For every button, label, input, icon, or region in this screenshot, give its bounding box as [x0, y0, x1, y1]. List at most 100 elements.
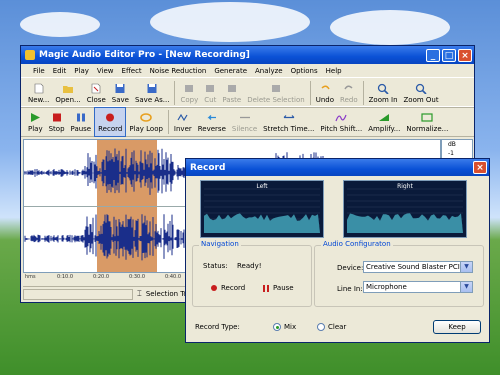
mix-radio[interactable]: [273, 323, 281, 331]
redo-button[interactable]: Redo: [337, 78, 361, 108]
status-cell: [23, 288, 133, 300]
cloud: [20, 12, 100, 37]
undo-button[interactable]: Undo: [313, 78, 337, 108]
toolbar-button-label: Record: [98, 124, 123, 133]
device-select[interactable]: Creative Sound Blaster PCI ▼: [363, 261, 473, 273]
pause-button[interactable]: Pause: [68, 107, 95, 137]
amplify-button[interactable]: Amplify...: [365, 107, 403, 137]
main-titlebar[interactable]: Magic Audio Editor Pro - [New Recording]…: [21, 46, 474, 64]
toolbar-file-edit: New... Open... Close Save Save As... Copy Cut P…: [21, 77, 474, 108]
toolbar-button-label: Silence: [231, 124, 258, 133]
save-as-button[interactable]: Save As...: [132, 78, 173, 108]
stop-button[interactable]: Stop: [46, 107, 68, 137]
ruler-tick-label: 0:10.0: [57, 274, 73, 280]
navigation-legend: Navigation: [199, 240, 241, 248]
play-button[interactable]: Play: [25, 107, 46, 137]
stretch-time-icon: [283, 112, 295, 123]
stop-icon: [51, 112, 63, 123]
menu-effect[interactable]: Effect: [118, 67, 146, 75]
menu-help[interactable]: Help: [322, 67, 346, 75]
toolbar-button-label: Amplify...: [368, 124, 401, 133]
copy-icon: [183, 83, 195, 94]
delete-selection-button[interactable]: Delete Selection: [244, 78, 307, 108]
menu-analyze[interactable]: Analyze: [251, 67, 287, 75]
left-meter-graph: [204, 188, 320, 233]
right-meter-graph: [347, 188, 463, 233]
db-tick-label: dB: [448, 141, 456, 148]
play-loop-button[interactable]: Play Loop: [126, 107, 166, 137]
toolbar-button-label: Zoom In: [368, 95, 398, 104]
left-level-meter: Left: [200, 180, 324, 238]
menu-bar: File Edit Play View Effect Noise Reduction Gen…: [21, 64, 474, 77]
device-label: Device:: [337, 264, 364, 272]
open-button[interactable]: Open...: [52, 78, 83, 108]
toolbar-separator: [362, 81, 364, 105]
minimize-button[interactable]: _: [426, 48, 440, 62]
toolbar-button-label: Reverse: [197, 124, 226, 133]
menu-generate[interactable]: Generate: [210, 67, 251, 75]
menu-play[interactable]: Play: [70, 67, 93, 75]
toolbar-button-label: Inver: [173, 124, 192, 133]
zoom-out-icon: [415, 83, 427, 94]
save-as-icon: [146, 83, 158, 94]
clear-radio-label[interactable]: Clear: [328, 323, 346, 331]
stretch-time-button[interactable]: Stretch Time...: [260, 107, 317, 137]
paste-button[interactable]: Paste: [219, 78, 244, 108]
normalize-button[interactable]: Normalize...: [403, 107, 451, 137]
mix-radio-label[interactable]: Mix: [284, 323, 296, 331]
reverse-icon: [206, 112, 218, 123]
record-link[interactable]: Record: [221, 284, 245, 292]
pause-icon[interactable]: [263, 285, 269, 292]
meter-level-fill: [347, 213, 463, 233]
toolbar-button-label: Zoom Out: [403, 95, 439, 104]
save-icon: [114, 83, 126, 94]
meter-level-fill: [204, 213, 320, 233]
copy-button[interactable]: Copy: [177, 78, 201, 108]
new-file-icon: [33, 83, 45, 94]
menu-edit[interactable]: Edit: [49, 67, 71, 75]
reverse-button[interactable]: Reverse: [195, 107, 229, 137]
dialog-title: Record: [190, 162, 226, 173]
dialog-titlebar[interactable]: Record ×: [186, 159, 489, 176]
menu-noise-reduction[interactable]: Noise Reduction: [146, 67, 211, 75]
cloud: [150, 2, 310, 42]
ruler-tick-label: hms: [25, 274, 36, 280]
inver-button[interactable]: Inver: [171, 107, 195, 137]
open-folder-icon: [62, 83, 74, 94]
menu-options[interactable]: Options: [287, 67, 322, 75]
toolbar-button-label: Paste: [222, 95, 242, 104]
chevron-down-icon[interactable]: ▼: [460, 262, 472, 272]
clear-radio[interactable]: [317, 323, 325, 331]
toolbar-button-label: Open...: [55, 95, 81, 104]
toolbar-button-label: Stop: [48, 124, 65, 133]
zoom-out-button[interactable]: Zoom Out: [401, 78, 442, 108]
toolbar-button-label: Pause: [70, 124, 92, 133]
dialog-close-button[interactable]: ×: [473, 161, 487, 174]
record-button[interactable]: Record: [94, 107, 127, 137]
silence-button[interactable]: Silence: [229, 107, 260, 137]
menu-view[interactable]: View: [93, 67, 118, 75]
silence-icon: [239, 112, 251, 123]
line-in-select[interactable]: Microphone ▼: [363, 281, 473, 293]
chevron-down-icon[interactable]: ▼: [460, 282, 472, 292]
pitch-shift-button[interactable]: Pitch Shift...: [317, 107, 365, 137]
cut-button[interactable]: Cut: [201, 78, 219, 108]
maximize-button[interactable]: □: [442, 48, 456, 62]
amplify-icon: [378, 112, 390, 123]
close-button[interactable]: ×: [458, 48, 472, 62]
toolbar-transport-effects: Play Stop Pause Record Play Loop Inver Reverse…: [21, 106, 474, 137]
toolbar-button-label: Close: [86, 95, 106, 104]
ruler-tick-label: 0:30.0: [129, 274, 145, 280]
play-loop-icon: [140, 112, 152, 123]
keep-button[interactable]: Keep: [433, 320, 481, 334]
play-icon: [29, 112, 41, 123]
pause-link[interactable]: Pause: [273, 284, 294, 292]
record-dot-icon[interactable]: [211, 285, 217, 291]
new-button[interactable]: New...: [25, 78, 52, 108]
close-button[interactable]: Close: [84, 78, 109, 108]
status-label: Status:: [203, 262, 228, 270]
paste-icon: [226, 83, 238, 94]
save-button[interactable]: Save: [109, 78, 132, 108]
zoom-in-button[interactable]: Zoom In: [366, 78, 401, 108]
menu-file[interactable]: File: [29, 67, 49, 75]
